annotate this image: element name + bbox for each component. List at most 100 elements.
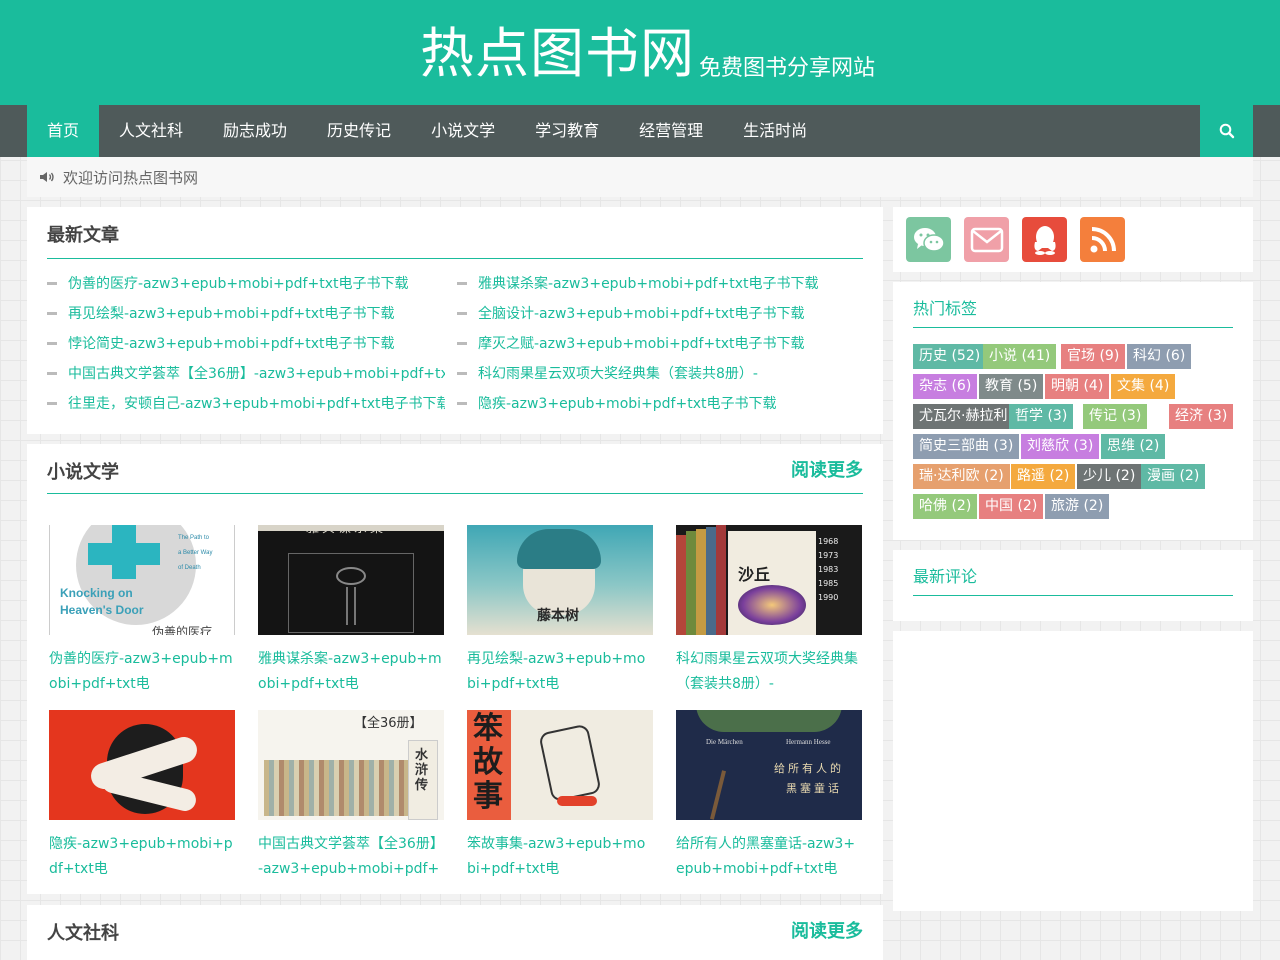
wechat-button[interactable] — [906, 217, 951, 262]
humanities-read-more-link[interactable]: 阅读更多 — [791, 917, 863, 943]
tag-chip[interactable]: 哲学 (3) — [1009, 404, 1074, 429]
tag-chip[interactable]: 思维 (2) — [1101, 434, 1166, 459]
tag-chip[interactable]: 官场 (9) — [1061, 344, 1126, 369]
book-card[interactable]: 笨故事 笨故事集-azw3+epub+mobi+pdf+txt电 — [467, 710, 653, 882]
tag-count: (41) — [1021, 348, 1051, 364]
tag-name: 哲学 — [1015, 408, 1043, 424]
tag-chip[interactable]: 少儿 (2) — [1077, 464, 1142, 489]
book-cover[interactable] — [49, 710, 235, 820]
book-title-link[interactable]: 再见绘梨-azw3+epub+mobi+pdf+txt电 — [467, 647, 653, 697]
tag-name: 简史三部曲 — [919, 438, 989, 454]
book-card[interactable]: Die Märchen Hermann Hesse 给所有人的 黑塞童话 给所有… — [676, 710, 862, 882]
title-divider — [47, 258, 863, 259]
book-cover[interactable]: The Path to a Better Way of Death Knocki… — [49, 525, 235, 635]
tag-name: 少儿 — [1083, 468, 1111, 484]
tag-name: 明朝 — [1051, 378, 1079, 394]
book-card[interactable]: 隐疾-azw3+epub+mobi+pdf+txt电 — [49, 710, 235, 882]
book-cover[interactable]: 沙丘 1968 1973 1983 1985 1990 — [676, 525, 862, 635]
qq-button[interactable] — [1022, 217, 1067, 262]
humanities-title: 人文社科 — [47, 923, 119, 944]
site-header: 热点图书网 免费图书分享网站 — [0, 0, 1280, 105]
search-icon — [1219, 123, 1234, 139]
book-cover[interactable]: Die Märchen Hermann Hesse 给所有人的 黑塞童话 — [676, 710, 862, 820]
tag-count: (4) — [1149, 378, 1170, 394]
article-link[interactable]: 摩灭之赋-azw3+epub+mobi+pdf+txt电子书下载 — [457, 333, 855, 353]
tag-chip[interactable]: 旅游 (2) — [1045, 494, 1110, 519]
book-cover[interactable]: 笨故事 — [467, 710, 653, 820]
nav-item-success[interactable]: 励志成功 — [203, 105, 307, 157]
tag-chip[interactable]: 文集 (4) — [1111, 374, 1176, 399]
article-link[interactable]: 往里走，安顿自己-azw3+epub+mobi+pdf+txt电子书下载 — [47, 393, 445, 413]
nav-item-humanities[interactable]: 人文社科 — [99, 105, 203, 157]
fiction-panel: 小说文学 阅读更多 The Path to a Better Way of De… — [27, 444, 883, 894]
article-link[interactable]: 科幻雨果星云双项大奖经典集（套装共8册）- — [457, 363, 855, 383]
tag-chip[interactable]: 明朝 (4) — [1045, 374, 1110, 399]
article-link[interactable]: 伪善的医疗-azw3+epub+mobi+pdf+txt电子书下载 — [47, 273, 445, 293]
book-title-link[interactable]: 伪善的医疗-azw3+epub+mobi+pdf+txt电 — [49, 647, 235, 697]
nav-item-education[interactable]: 学习教育 — [515, 105, 619, 157]
book-cover[interactable]: 【全36册】 水浒传 — [258, 710, 444, 820]
tag-count: (3) — [1073, 438, 1094, 454]
nav-item-history[interactable]: 历史传记 — [307, 105, 411, 157]
mail-icon — [970, 227, 1003, 252]
tag-count: (2) — [1179, 468, 1200, 484]
nav-item-lifestyle[interactable]: 生活时尚 — [723, 105, 827, 157]
book-title-link[interactable]: 隐疾-azw3+epub+mobi+pdf+txt电 — [49, 832, 235, 882]
notice-text: 欢迎访问热点图书网 — [63, 168, 199, 187]
article-link[interactable]: 悖论简史-azw3+epub+mobi+pdf+txt电子书下载 — [47, 333, 445, 353]
book-title-link[interactable]: 给所有人的黑塞童话-azw3+epub+mobi+pdf+txt电 — [676, 832, 862, 882]
book-card[interactable]: 沙丘 1968 1973 1983 1985 1990 科幻雨果星云双项大奖经典… — [676, 525, 862, 697]
tag-chip[interactable]: 哈佛 (2) — [913, 494, 978, 519]
tag-chip[interactable]: 瑞·达利欧 (2) — [913, 464, 1010, 489]
tag-chip[interactable]: 小说 (41) — [983, 344, 1057, 369]
tag-chip[interactable]: 科幻 (6) — [1127, 344, 1192, 369]
tag-count: (6) — [1165, 348, 1186, 364]
site-title: 热点图书网 — [420, 22, 695, 85]
tag-count: (2) — [1115, 468, 1136, 484]
article-link[interactable]: 隐疾-azw3+epub+mobi+pdf+txt电子书下载 — [457, 393, 855, 413]
tag-count: (5) — [1017, 378, 1038, 394]
article-link[interactable]: 再见绘梨-azw3+epub+mobi+pdf+txt电子书下载 — [47, 303, 445, 323]
tag-name: 中国 — [985, 498, 1013, 514]
tag-chip[interactable]: 杂志 (6) — [913, 374, 978, 399]
nav-item-fiction[interactable]: 小说文学 — [411, 105, 515, 157]
tag-chip[interactable]: 教育 (5) — [979, 374, 1044, 399]
book-title-link[interactable]: 中国古典文学荟萃【全36册】-azw3+epub+mobi+pdf+txt电 — [258, 832, 444, 882]
tag-count: (3) — [993, 438, 1014, 454]
tag-chip[interactable]: 传记 (3) — [1083, 404, 1148, 429]
tag-chip[interactable]: 历史 (52) — [913, 344, 987, 369]
search-button[interactable] — [1200, 105, 1253, 157]
nav-bar-right-fill — [1253, 105, 1280, 157]
article-link[interactable]: 全脑设计-azw3+epub+mobi+pdf+txt电子书下载 — [457, 303, 855, 323]
hot-tags-panel: 热门标签 历史 (52) 小说 (41) 官场 (9) 科幻 (6) 杂志 (6) 教育 … — [893, 282, 1253, 540]
book-card[interactable]: 藤本树 再见绘梨-azw3+epub+mobi+pdf+txt电 — [467, 525, 653, 697]
book-card[interactable]: 雅典谋杀案 雅典谋杀案-azw3+epub+mobi+pdf+txt电 — [258, 525, 444, 697]
rss-button[interactable] — [1080, 217, 1125, 262]
nav-item-home[interactable]: 首页 — [27, 105, 100, 157]
tag-name: 漫画 — [1147, 468, 1175, 484]
site-logo[interactable]: 热点图书网 免费图书分享网站 — [420, 22, 875, 86]
book-cover[interactable]: 藤本树 — [467, 525, 653, 635]
article-link[interactable]: 雅典谋杀案-azw3+epub+mobi+pdf+txt电子书下载 — [457, 273, 855, 293]
tag-name: 思维 — [1107, 438, 1135, 454]
book-card[interactable]: The Path to a Better Way of Death Knocki… — [49, 525, 235, 697]
book-cover[interactable]: 雅典谋杀案 — [258, 525, 444, 635]
book-card[interactable]: 【全36册】 水浒传 中国古典文学荟萃【全36册】-azw3+epub+mobi… — [258, 710, 444, 882]
book-title-link[interactable]: 科幻雨果星云双项大奖经典集（套装共8册）- — [676, 647, 862, 697]
tag-chip[interactable]: 刘慈欣 (3) — [1021, 434, 1100, 459]
tag-chip[interactable]: 经济 (3) — [1169, 404, 1234, 429]
email-button[interactable] — [964, 217, 1009, 262]
tag-chip[interactable]: 简史三部曲 (3) — [913, 434, 1020, 459]
book-title-link[interactable]: 雅典谋杀案-azw3+epub+mobi+pdf+txt电 — [258, 647, 444, 697]
article-link[interactable]: 中国古典文学荟萃【全36册】-azw3+epub+mobi+pdf+txt电子 — [47, 363, 445, 383]
tag-name: 传记 — [1089, 408, 1117, 424]
tag-count: (2) — [1083, 498, 1104, 514]
book-title-link[interactable]: 笨故事集-azw3+epub+mobi+pdf+txt电 — [467, 832, 653, 882]
tag-chip[interactable]: 中国 (2) — [979, 494, 1044, 519]
tag-name: 教育 — [985, 378, 1013, 394]
tag-name: 杂志 — [919, 378, 947, 394]
fiction-read-more-link[interactable]: 阅读更多 — [791, 456, 863, 482]
tag-chip[interactable]: 漫画 (2) — [1141, 464, 1206, 489]
nav-item-management[interactable]: 经营管理 — [619, 105, 723, 157]
tag-chip[interactable]: 路遥 (2) — [1011, 464, 1076, 489]
